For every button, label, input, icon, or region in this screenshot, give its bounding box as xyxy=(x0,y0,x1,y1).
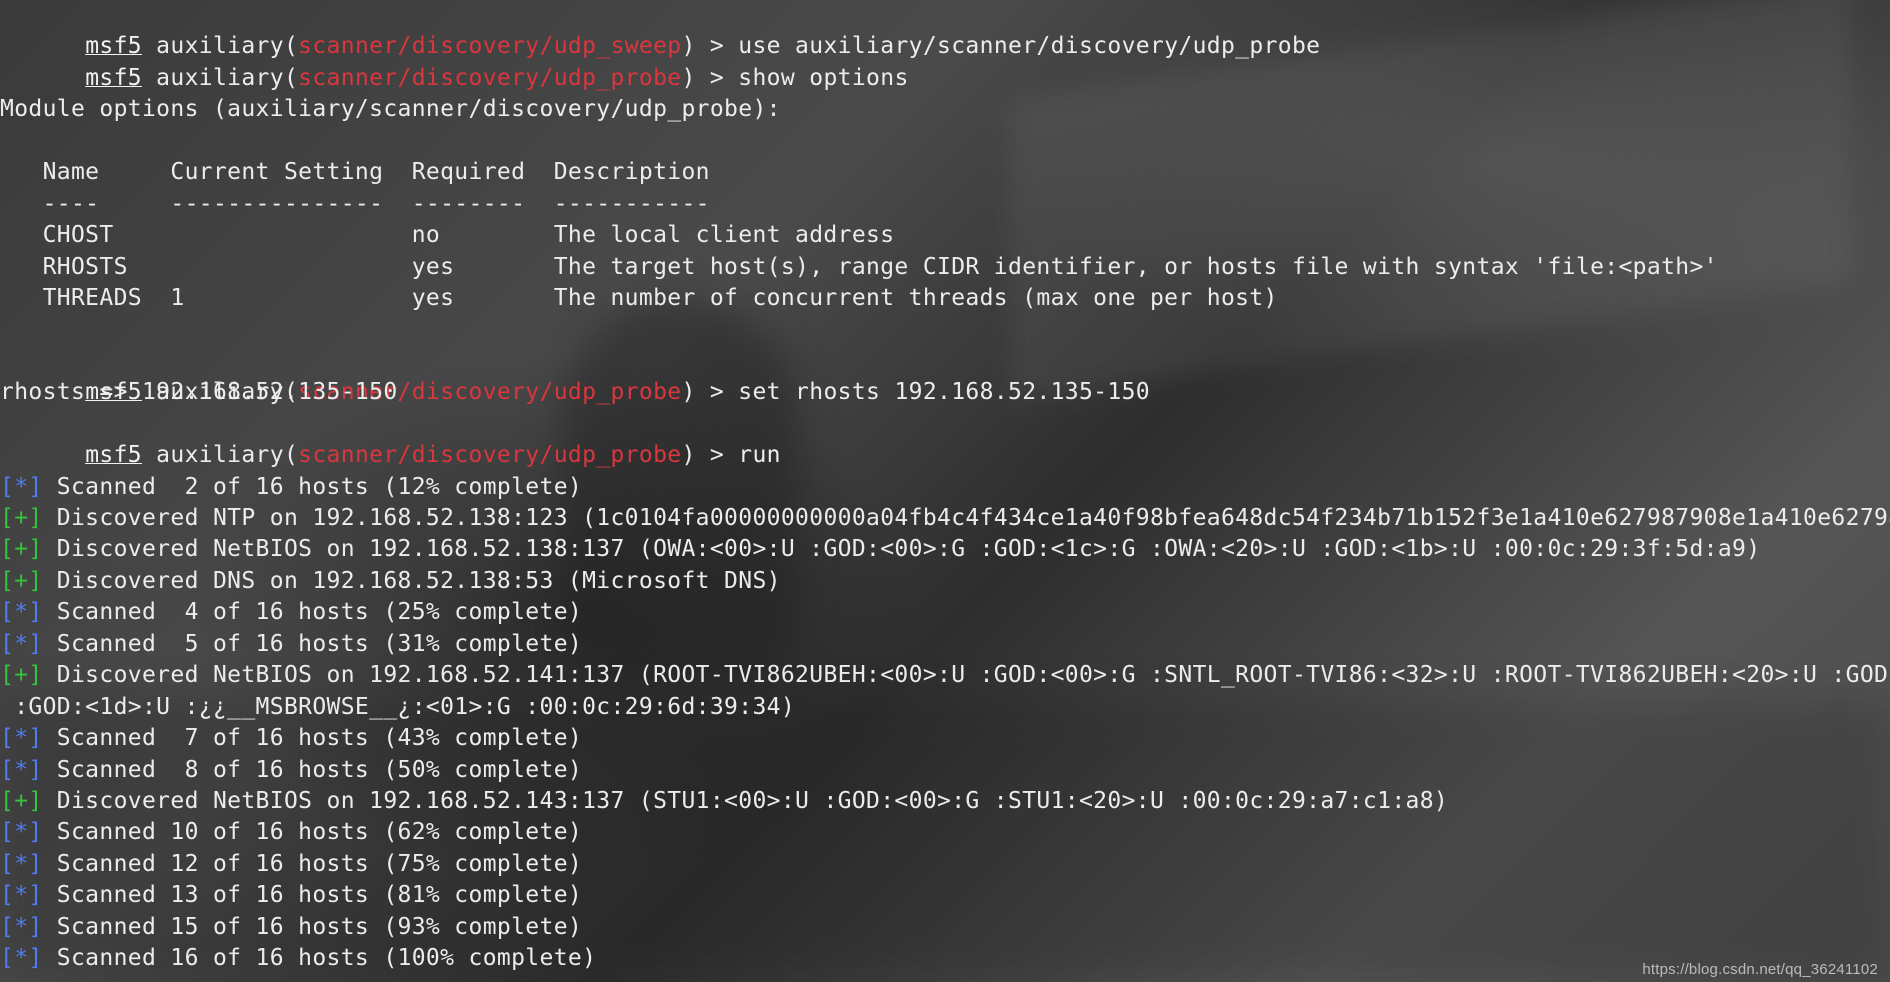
result-line: [*] Scanned 10 of 16 hosts (62% complete… xyxy=(0,817,1890,848)
result-line: [*] Scanned 12 of 16 hosts (75% complete… xyxy=(0,849,1890,880)
status-tag: [+] xyxy=(0,787,43,814)
result-text: Scanned 4 of 16 hosts (25% complete) xyxy=(42,599,583,626)
result-text: Discovered DNS on 192.168.52.138:53 (Mic… xyxy=(42,567,781,594)
result-line: [+] Discovered NTP on 192.168.52.138:123… xyxy=(0,503,1890,534)
command-text: ) > run xyxy=(681,442,781,469)
result-text: Scanned 12 of 16 hosts (75% complete) xyxy=(42,850,583,877)
status-tag: [+] xyxy=(0,662,43,689)
msf-prompt: msf5 xyxy=(85,64,142,91)
result-line: [*] Scanned 5 of 16 hosts (31% complete) xyxy=(0,629,1890,660)
result-line: [*] Scanned 13 of 16 hosts (81% complete… xyxy=(0,880,1890,911)
status-tag: [*] xyxy=(0,850,43,877)
options-table-divider: ---- --------------- -------- ----------… xyxy=(0,190,710,217)
result-line: [*] Scanned 15 of 16 hosts (93% complete… xyxy=(0,912,1890,943)
result-line: [*] Scanned 4 of 16 hosts (25% complete) xyxy=(0,597,1890,628)
result-line: [+] Discovered NetBIOS on 192.168.52.138… xyxy=(0,534,1890,565)
command-line-use: msf5 auxiliary(scanner/discovery/udp_swe… xyxy=(0,0,1890,59)
result-text: Scanned 7 of 16 hosts (43% complete) xyxy=(42,725,583,752)
module-name: scanner/discovery/udp_probe xyxy=(298,442,682,469)
result-text: Scanned 5 of 16 hosts (31% complete) xyxy=(42,630,583,657)
terminal-window[interactable]: msf5 auxiliary(scanner/discovery/udp_swe… xyxy=(0,0,1890,982)
result-line: [*] Scanned 7 of 16 hosts (43% complete) xyxy=(0,723,1890,754)
result-text: Scanned 16 of 16 hosts (100% complete) xyxy=(42,945,597,972)
status-tag: [*] xyxy=(0,599,43,626)
result-line: [+] Discovered NetBIOS on 192.168.52.143… xyxy=(0,786,1890,817)
status-tag: [+] xyxy=(0,505,43,531)
module-options-heading: Module options (auxiliary/scanner/discov… xyxy=(0,96,781,123)
command-line-run: msf5 auxiliary(scanner/discovery/udp_pro… xyxy=(0,409,1890,468)
status-tag: [*] xyxy=(0,630,43,657)
result-text: Scanned 13 of 16 hosts (81% complete) xyxy=(42,882,583,909)
msf-prompt: msf5 xyxy=(85,33,142,60)
result-line: [*] Scanned 8 of 16 hosts (50% complete) xyxy=(0,755,1890,786)
result-text: Scanned 2 of 16 hosts (12% complete) xyxy=(42,473,583,500)
watermark-text: https://blog.csdn.net/qq_36241102 xyxy=(1642,961,1878,978)
command-line-set-rhosts: msf5 auxiliary(scanner/discovery/udp_pro… xyxy=(0,346,1890,405)
terminal-output: msf5 auxiliary(scanner/discovery/udp_swe… xyxy=(0,0,1890,975)
prompt-prefix: auxiliary( xyxy=(141,64,299,91)
result-text: Scanned 8 of 16 hosts (50% complete) xyxy=(42,756,583,783)
status-tag: [*] xyxy=(0,725,43,752)
result-line: [+] Discovered NetBIOS on 192.168.52.141… xyxy=(0,660,1890,691)
result-text: Discovered NetBIOS on 192.168.52.143:137… xyxy=(42,787,1449,814)
result-text: Scanned 10 of 16 hosts (62% complete) xyxy=(42,819,583,846)
msf-prompt: msf5 xyxy=(85,442,142,469)
result-text: Scanned 15 of 16 hosts (93% complete) xyxy=(42,913,583,940)
status-tag: [+] xyxy=(0,536,43,563)
status-tag: [*] xyxy=(0,913,43,940)
module-name: scanner/discovery/udp_probe xyxy=(298,64,682,91)
result-text: Discovered NetBIOS on 192.168.52.141:137… xyxy=(42,662,1890,689)
prompt-prefix: auxiliary( xyxy=(141,442,299,469)
status-tag: [*] xyxy=(0,945,43,972)
prompt-prefix: auxiliary( xyxy=(141,33,299,60)
module-name: scanner/discovery/udp_sweep xyxy=(298,33,682,60)
options-row-threads: THREADS 1 yes The number of concurrent t… xyxy=(0,284,1278,311)
result-line: [*] Scanned 2 of 16 hosts (12% complete) xyxy=(0,472,1890,503)
status-tag: [+] xyxy=(0,567,43,594)
result-line-continuation: :GOD:<1d>:U :¿¿__MSBROWSE__¿:<01>:G :00:… xyxy=(0,692,1890,723)
result-line: [*] Scanned 16 of 16 hosts (100% complet… xyxy=(0,943,1890,974)
options-row-rhosts: RHOSTS yes The target host(s), range CID… xyxy=(0,253,1718,280)
status-tag: [*] xyxy=(0,819,43,846)
result-text: Discovered NTP on 192.168.52.138:123 (1c… xyxy=(42,505,1890,531)
result-text: Discovered NetBIOS on 192.168.52.138:137… xyxy=(42,536,1761,563)
status-tag: [*] xyxy=(0,473,43,500)
result-line: [+] Discovered DNS on 192.168.52.138:53 … xyxy=(0,566,1890,597)
status-tag: [*] xyxy=(0,756,43,783)
command-text: ) > set rhosts 192.168.52.135-150 xyxy=(681,379,1150,406)
command-text: ) > use auxiliary/scanner/discovery/udp_… xyxy=(681,33,1321,60)
result-text: :GOD:<1d>:U :¿¿__MSBROWSE__¿:<01>:G :00:… xyxy=(0,693,796,720)
options-table-header: Name Current Setting Required Descriptio… xyxy=(0,159,710,186)
status-tag: [*] xyxy=(0,882,43,909)
command-text: ) > show options xyxy=(681,64,909,91)
options-row-chost: CHOST no The local client address xyxy=(0,222,895,249)
